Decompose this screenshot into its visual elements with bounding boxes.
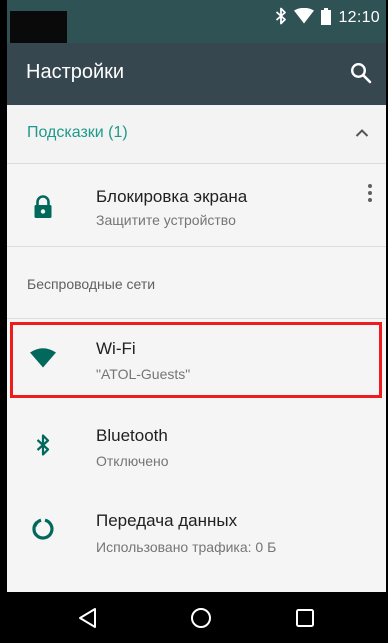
suggestions-header[interactable]: Подсказки (1) xyxy=(7,105,386,163)
suggestion-item-screen-lock[interactable]: Блокировка экрана Защитите устройство xyxy=(7,164,386,246)
app-toolbar: Настройки xyxy=(7,43,386,105)
suggestion-subtitle: Защитите устройство xyxy=(96,212,236,228)
section-label-wireless: Беспроводные сети xyxy=(27,276,156,292)
settings-item-wifi[interactable]: Wi-Fi "ATOL-Guests" xyxy=(7,322,386,398)
redacted-area xyxy=(10,11,67,43)
bluetooth-icon xyxy=(29,431,57,459)
bluetooth-subtitle: Отключено xyxy=(96,453,169,469)
bluetooth-icon xyxy=(275,7,287,29)
chevron-up-icon[interactable] xyxy=(354,125,370,141)
settings-item-bluetooth[interactable]: Bluetooth Отключено xyxy=(7,405,386,485)
navigation-bar xyxy=(7,592,386,643)
status-bar: 12:10 xyxy=(7,0,386,43)
wifi-subtitle: "ATOL-Guests" xyxy=(96,366,191,382)
battery-icon xyxy=(321,7,332,29)
suggestions-label: Подсказки (1) xyxy=(27,124,128,141)
data-usage-icon xyxy=(29,515,57,543)
more-vert-icon[interactable] xyxy=(362,179,378,207)
home-icon[interactable] xyxy=(187,604,215,632)
search-icon xyxy=(350,62,372,84)
bluetooth-title: Bluetooth xyxy=(96,426,168,445)
wifi-title: Wi-Fi xyxy=(96,339,136,358)
back-icon[interactable] xyxy=(74,604,102,632)
device-screen: 12:10 Настройки Подсказки (1) Блокировка… xyxy=(7,0,386,643)
data-usage-title: Передача данных xyxy=(96,511,238,530)
data-usage-subtitle: Использовано трафика: 0 Б xyxy=(96,539,277,555)
settings-content: Подсказки (1) Блокировка экрана Защитите… xyxy=(7,105,386,592)
status-clock: 12:10 xyxy=(338,9,380,26)
status-icons: 12:10 xyxy=(275,6,380,30)
search-button[interactable] xyxy=(346,58,376,88)
page-title: Настройки xyxy=(26,61,125,83)
divider xyxy=(7,318,386,319)
suggestion-title: Блокировка экрана xyxy=(96,187,248,206)
settings-item-data-usage[interactable]: Передача данных Использовано трафика: 0 … xyxy=(7,493,386,575)
wifi-icon xyxy=(29,344,57,372)
recents-icon[interactable] xyxy=(291,604,319,632)
wifi-icon xyxy=(294,7,315,28)
divider xyxy=(7,246,386,247)
lock-icon xyxy=(29,193,57,221)
